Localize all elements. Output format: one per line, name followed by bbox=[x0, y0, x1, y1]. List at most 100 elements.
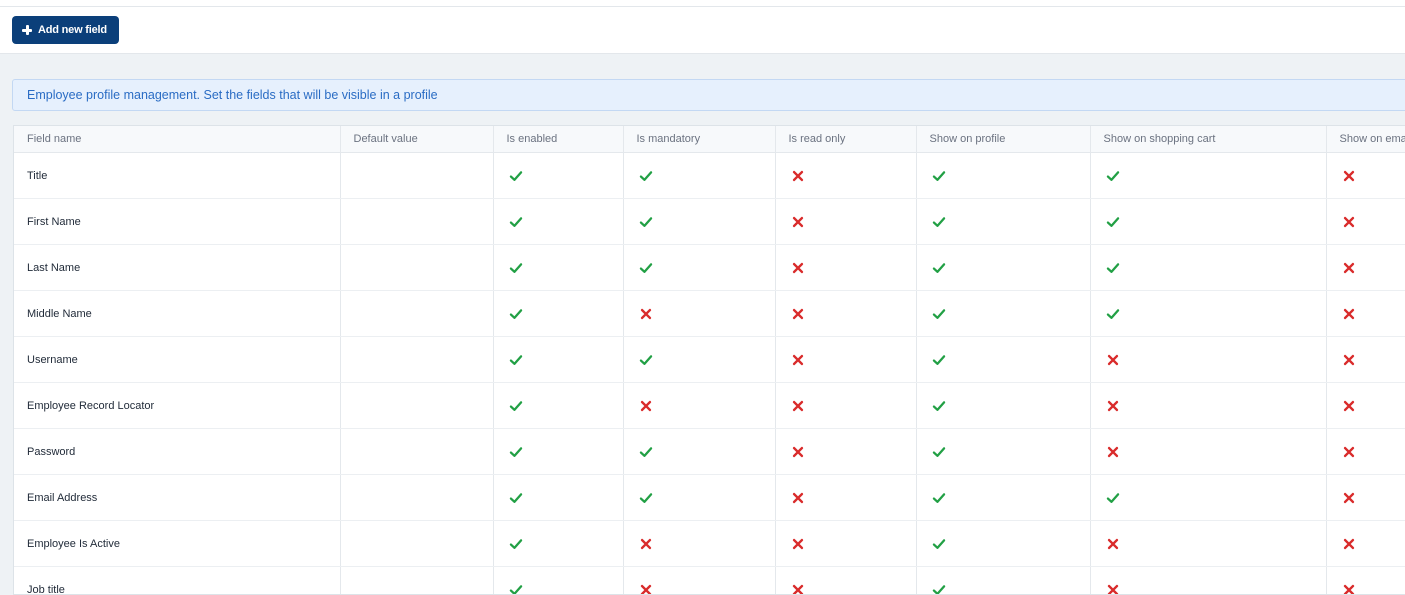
table-row[interactable]: Last Name bbox=[14, 245, 1405, 291]
field-name-cell: Title bbox=[14, 153, 340, 199]
cross-icon bbox=[1342, 169, 1356, 183]
table-row[interactable]: Job title bbox=[14, 567, 1405, 595]
default-value-cell bbox=[340, 521, 493, 567]
default-value-cell bbox=[340, 199, 493, 245]
flag-cell bbox=[623, 567, 775, 595]
flag-cell bbox=[1090, 475, 1326, 521]
cross-icon bbox=[1106, 537, 1120, 551]
default-value-cell bbox=[340, 153, 493, 199]
cross-icon bbox=[1342, 215, 1356, 229]
cross-icon bbox=[791, 491, 805, 505]
table-row[interactable]: Password bbox=[14, 429, 1405, 475]
check-icon bbox=[509, 491, 523, 505]
column-header[interactable]: Show on shopping cart bbox=[1090, 126, 1326, 153]
flag-cell bbox=[623, 475, 775, 521]
flag-cell bbox=[775, 429, 916, 475]
field-name-cell: Middle Name bbox=[14, 291, 340, 337]
flag-cell bbox=[1326, 429, 1405, 475]
default-value-cell bbox=[340, 245, 493, 291]
cross-icon bbox=[791, 353, 805, 367]
check-icon bbox=[509, 307, 523, 321]
flag-cell bbox=[1090, 153, 1326, 199]
flag-cell bbox=[916, 567, 1090, 595]
flag-cell bbox=[1326, 337, 1405, 383]
flag-cell bbox=[775, 245, 916, 291]
field-name-cell: Employee Is Active bbox=[14, 521, 340, 567]
add-new-field-button[interactable]: Add new field bbox=[12, 16, 119, 44]
toolbar: Add new field bbox=[0, 7, 1405, 54]
table-body: TitleFirst NameLast NameMiddle NameUsern… bbox=[14, 153, 1405, 595]
flag-cell bbox=[1326, 383, 1405, 429]
flag-cell bbox=[916, 475, 1090, 521]
check-icon bbox=[932, 583, 946, 595]
flag-cell bbox=[623, 429, 775, 475]
table-row[interactable]: Middle Name bbox=[14, 291, 1405, 337]
check-icon bbox=[1106, 307, 1120, 321]
flag-cell bbox=[1090, 337, 1326, 383]
flag-cell bbox=[1326, 475, 1405, 521]
check-icon bbox=[932, 399, 946, 413]
table-row[interactable]: Employee Is Active bbox=[14, 521, 1405, 567]
column-header[interactable]: Is mandatory bbox=[623, 126, 775, 153]
check-icon bbox=[1106, 215, 1120, 229]
column-header[interactable]: Is enabled bbox=[493, 126, 623, 153]
column-header[interactable]: Default value bbox=[340, 126, 493, 153]
check-icon bbox=[509, 261, 523, 275]
check-icon bbox=[509, 399, 523, 413]
default-value-cell bbox=[340, 429, 493, 475]
field-name-cell: Employee Record Locator bbox=[14, 383, 340, 429]
flag-cell bbox=[775, 567, 916, 595]
cross-icon bbox=[1342, 491, 1356, 505]
column-header[interactable]: Show on profile bbox=[916, 126, 1090, 153]
cross-icon bbox=[639, 583, 653, 595]
check-icon bbox=[509, 445, 523, 459]
table-row[interactable]: Title bbox=[14, 153, 1405, 199]
check-icon bbox=[932, 491, 946, 505]
cross-icon bbox=[639, 399, 653, 413]
cross-icon bbox=[791, 169, 805, 183]
flag-cell bbox=[493, 521, 623, 567]
cross-icon bbox=[1342, 583, 1356, 595]
cross-icon bbox=[791, 583, 805, 595]
check-icon bbox=[639, 445, 653, 459]
flag-cell bbox=[775, 337, 916, 383]
column-header[interactable]: Field name bbox=[14, 126, 340, 153]
flag-cell bbox=[623, 153, 775, 199]
check-icon bbox=[1106, 491, 1120, 505]
check-icon bbox=[639, 169, 653, 183]
default-value-cell bbox=[340, 475, 493, 521]
flag-cell bbox=[623, 245, 775, 291]
flag-cell bbox=[1090, 245, 1326, 291]
check-icon bbox=[1106, 169, 1120, 183]
flag-cell bbox=[916, 521, 1090, 567]
cross-icon bbox=[791, 261, 805, 275]
column-header[interactable]: Is read only bbox=[775, 126, 916, 153]
cross-icon bbox=[1106, 353, 1120, 367]
field-name-cell: First Name bbox=[14, 199, 340, 245]
table-row[interactable]: First Name bbox=[14, 199, 1405, 245]
flag-cell bbox=[493, 291, 623, 337]
table-row[interactable]: Employee Record Locator bbox=[14, 383, 1405, 429]
flag-cell bbox=[916, 291, 1090, 337]
check-icon bbox=[509, 537, 523, 551]
table-row[interactable]: Email Address bbox=[14, 475, 1405, 521]
flag-cell bbox=[623, 337, 775, 383]
flag-cell bbox=[775, 521, 916, 567]
field-name-cell: Username bbox=[14, 337, 340, 383]
table-row[interactable]: Username bbox=[14, 337, 1405, 383]
cross-icon bbox=[1342, 261, 1356, 275]
add-new-field-label: Add new field bbox=[38, 24, 107, 36]
check-icon bbox=[509, 215, 523, 229]
check-icon bbox=[639, 491, 653, 505]
field-name-cell: Password bbox=[14, 429, 340, 475]
column-header[interactable]: Show on ema bbox=[1326, 126, 1405, 153]
cross-icon bbox=[1106, 445, 1120, 459]
flag-cell bbox=[775, 475, 916, 521]
flag-cell bbox=[1090, 199, 1326, 245]
check-icon bbox=[509, 169, 523, 183]
fields-table-container: Field nameDefault valueIs enabledIs mand… bbox=[13, 125, 1405, 595]
flag-cell bbox=[1326, 567, 1405, 595]
info-banner: Employee profile management. Set the fie… bbox=[12, 79, 1405, 111]
field-name-cell: Last Name bbox=[14, 245, 340, 291]
cross-icon bbox=[1342, 445, 1356, 459]
